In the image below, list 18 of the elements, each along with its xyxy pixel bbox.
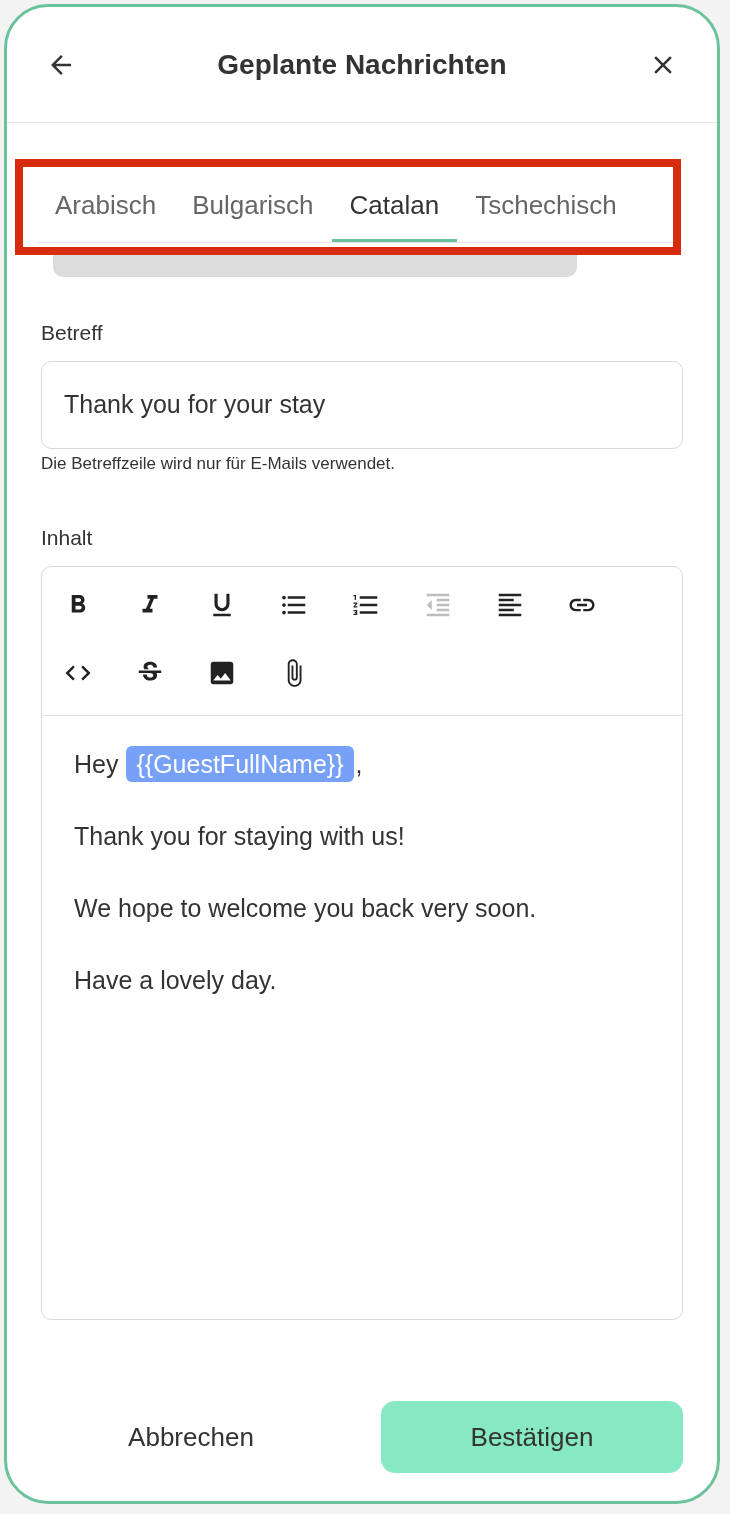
message-text: We hope to welcome you back very soon. xyxy=(74,892,537,924)
subject-hint: Die Betreffzeile wird nur für E-Mails verwendet. xyxy=(41,452,396,475)
language-tab[interactable]: Tschechisch xyxy=(457,171,635,242)
subject-field[interactable]: Thank you for your stay xyxy=(41,360,683,449)
message-text: Have a lovely day. xyxy=(74,964,277,996)
cancel-button[interactable]: Abbrechen xyxy=(41,1401,341,1473)
content-label: Inhalt xyxy=(41,525,94,551)
subject-label: Betreff xyxy=(41,320,104,346)
dialog-title: Geplante Nachrichten xyxy=(217,47,507,82)
language-tab[interactable]: Catalan xyxy=(331,171,458,242)
scrollbar[interactable] xyxy=(53,255,577,277)
message-text: , xyxy=(355,748,363,780)
message-text: Hey xyxy=(74,748,119,780)
language-tab[interactable]: Bulgarisch xyxy=(174,171,332,242)
language-tab[interactable]: Arabisch xyxy=(37,171,175,242)
message-text: Thank you for staying with us! xyxy=(74,820,405,852)
confirm-button[interactable]: Bestätigen xyxy=(381,1401,683,1473)
variable-chip: {{GuestFullName}} xyxy=(126,745,354,782)
